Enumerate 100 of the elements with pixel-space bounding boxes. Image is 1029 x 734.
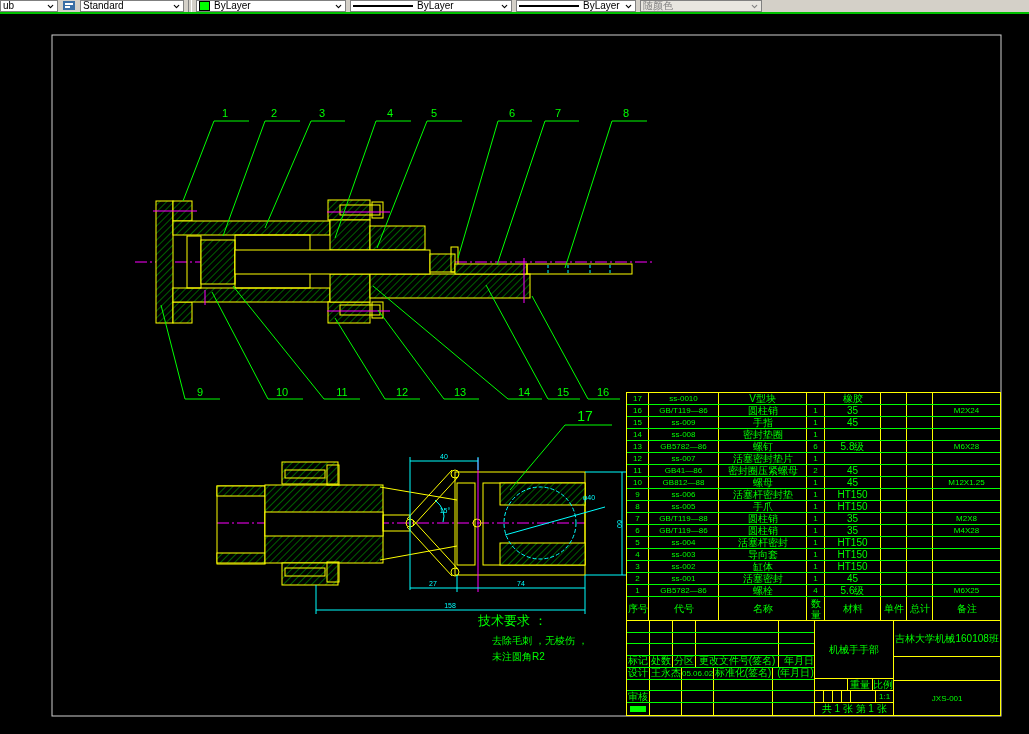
table-cell: 1 [807,573,825,584]
table-cell: 密封垫圈 [719,429,807,440]
table-cell: GB41—86 [649,465,719,476]
table-cell: 1 [807,417,825,428]
table-cell: ss-006 [649,489,719,500]
dropdown[interactable]: ub [0,0,58,12]
balloon-number: 13 [453,386,467,398]
table-cell: 审核 [627,691,650,703]
table-cell: 手爪 [719,501,807,512]
column-header: 单件 [881,597,907,620]
table-cell: GB5782—86 [649,441,719,452]
balloon-number: 2 [270,107,278,119]
table-cell: 标准化(签名) [714,667,773,679]
table-cell: 分区 [673,655,696,667]
table-cell: 更改文件号(签名) [696,655,779,667]
table-cell: ss-004 [649,537,719,548]
table-cell-text: M2X8 [955,513,978,524]
table-cell: 处数 [650,655,673,667]
requirement-text: 未注圆角R2 [491,650,546,664]
dropdown[interactable]: Standard [80,0,184,12]
table-cell: 35 [825,513,881,524]
balloon-number: 9 [196,386,204,398]
table-cell: 设计 [627,667,650,679]
text-style-icon[interactable] [62,0,76,11]
table-cell: 2 [807,465,825,476]
balloon-number: 12 [395,386,409,398]
table-cell: HT150 [825,561,881,572]
balloon-number: 1 [221,107,229,119]
table-cell: 5.6级 [825,585,881,596]
table-cell: 标记 [627,655,650,667]
table-cell-text: M2X24 [952,405,981,416]
table-cell: 活塞杆密封 [719,537,807,548]
balloon-number: 16 [596,386,610,398]
table-cell: 1 [807,477,825,488]
table-cell: GB5782—86 [649,585,719,596]
requirement-text: 去除毛刺 ，无棱伤 ， [491,634,588,648]
table-cell: ss-007 [649,453,719,464]
table-cell: 35 [825,405,881,416]
table-cell: 重量 [848,679,873,691]
table-cell: 15 [627,417,649,428]
table-cell: 16 [627,405,649,416]
table-cell: 导向套 [719,549,807,560]
table-cell: 14 [627,429,649,440]
balloon-number: 10 [275,386,289,398]
table-cell: 6 [627,525,649,536]
table-cell: HT150 [825,537,881,548]
table-cell: 1 [807,489,825,500]
table-cell: ss-008 [649,429,719,440]
table-cell: ss-005 [649,501,719,512]
table-cell: 活塞密封垫片 [719,453,807,464]
table-cell: 1 [627,585,649,596]
table-cell: HT150 [825,489,881,500]
table-cell: 1 [807,501,825,512]
table-cell: HT150 [825,549,881,560]
table-cell: 1 [807,525,825,536]
balloon-number: 14 [517,386,531,398]
dropdown[interactable]: ByLayer [196,0,346,12]
table-cell: 13 [627,441,649,452]
table-cell: 45 [825,573,881,584]
table-cell: 7 [627,513,649,524]
table-cell: 圆柱销 [719,513,807,524]
table-cell: 1 [807,513,825,524]
table-cell: 活塞杆密封垫 [719,489,807,500]
table-cell: 圆柱销 [719,405,807,416]
table-cell-text: M4X28 [952,525,981,536]
table-cell: GB/T119—86 [649,525,719,536]
status-bar-mark [630,706,646,713]
table-cell: 11 [627,465,649,476]
table-cell: 4 [807,585,825,596]
table-cell: 缸体 [719,561,807,572]
table-cell: 1 [807,405,825,416]
table-cell: 6 [807,441,825,452]
table-cell: 4 [627,549,649,560]
table-cell: ss-009 [649,417,719,428]
school-name: 吉林大学机械160108班 [894,631,1000,646]
table-cell-text: 1:1 [878,691,892,702]
table-cell: 橡胶 [825,393,881,404]
balloon-number: 8 [622,107,630,119]
table-cell: 9 [627,489,649,500]
balloon-number: 3 [318,107,326,119]
table-cell: 螺栓 [719,585,807,596]
sheet-count: 共 1 张 第 1 张 [820,703,888,715]
column-header: 代号 [649,597,719,620]
table-cell: 5 [627,537,649,548]
balloon-number: 15 [556,386,570,398]
dropdown[interactable]: ByLayer [516,0,636,12]
table-cell-text: M12X1.25 [947,477,986,488]
table-cell: 密封圈压紧螺母 [719,465,807,476]
dropdown[interactable]: ByLayer [350,0,512,12]
table-cell: GB/T119—86 [649,405,719,416]
balloon-number: 6 [508,107,516,119]
balloon-number: 11 [336,386,348,398]
balloon-number: 7 [554,107,562,119]
table-cell: 1 [807,549,825,560]
balloon-number: 4 [386,107,394,119]
line-sample [353,5,413,7]
table-cell: HT150 [825,501,881,512]
table-cell: GB812—88 [649,477,719,488]
table-cell: 王永杰 [650,667,682,679]
drawing-title: 机械手手部 [828,642,881,657]
